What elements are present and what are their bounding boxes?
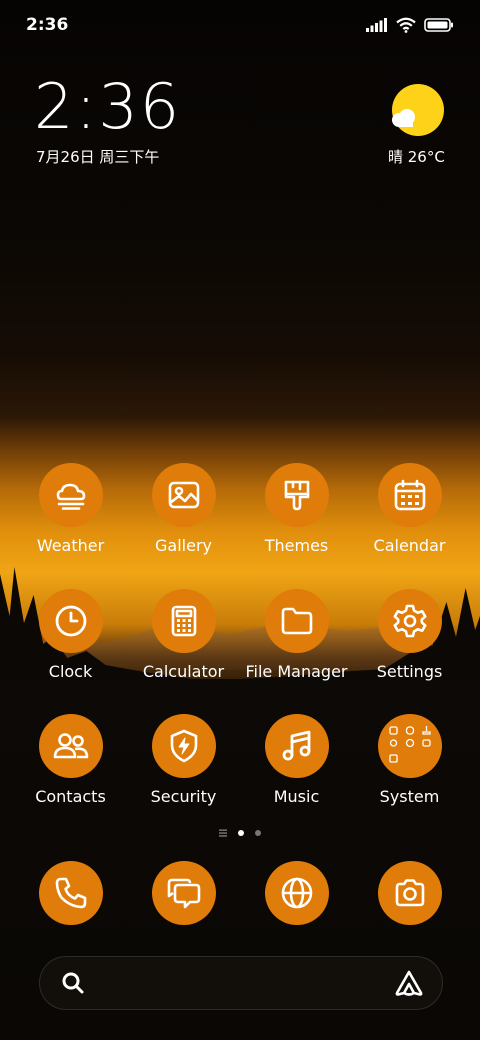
clock-icon bbox=[38, 589, 103, 653]
folder-icon bbox=[264, 589, 329, 653]
app-label: Settings bbox=[376, 662, 443, 681]
app-label: Calculator bbox=[142, 662, 225, 681]
messages-icon bbox=[151, 861, 216, 925]
camera-icon bbox=[377, 861, 442, 925]
app-label: Weather bbox=[36, 536, 105, 555]
dock-messages[interactable] bbox=[127, 861, 240, 925]
menu-lines-icon[interactable] bbox=[219, 829, 227, 837]
browser-icon bbox=[264, 861, 329, 925]
brush-icon bbox=[264, 463, 329, 527]
contacts-icon bbox=[38, 714, 103, 778]
app-contacts[interactable]: Contacts bbox=[14, 714, 127, 806]
app-calculator[interactable]: Calculator bbox=[127, 589, 240, 681]
app-settings[interactable]: Settings bbox=[353, 589, 466, 681]
app-label: System bbox=[379, 787, 440, 806]
calculator-icon bbox=[151, 589, 216, 653]
app-label: File Manager bbox=[245, 662, 348, 681]
app-label: Gallery bbox=[155, 536, 212, 555]
music-icon bbox=[264, 714, 329, 778]
wifi-icon bbox=[396, 17, 416, 33]
calendar-icon bbox=[377, 463, 442, 527]
folder-grid-icon bbox=[377, 714, 442, 778]
app-clock[interactable]: Clock bbox=[14, 589, 127, 681]
app-label: Clock bbox=[48, 662, 93, 681]
app-label: Security bbox=[150, 787, 217, 806]
app-system-folder[interactable]: System bbox=[353, 714, 466, 806]
app-weather[interactable]: Weather bbox=[14, 463, 127, 555]
dock-browser[interactable] bbox=[240, 861, 353, 925]
gear-icon bbox=[377, 589, 442, 653]
weather-icon bbox=[38, 463, 103, 527]
app-themes[interactable]: Themes bbox=[240, 463, 353, 555]
app-label: Themes bbox=[264, 536, 329, 555]
status-icons bbox=[366, 17, 454, 33]
page-indicator[interactable] bbox=[0, 829, 480, 837]
app-calendar[interactable]: Calendar bbox=[353, 463, 466, 555]
clock-widget-time[interactable]: 2:36 bbox=[34, 76, 181, 138]
app-security[interactable]: Security bbox=[127, 714, 240, 806]
search-icon[interactable] bbox=[60, 970, 86, 996]
search-bar[interactable] bbox=[39, 956, 443, 1010]
weather-condition-temp: 晴 26°C bbox=[388, 148, 445, 166]
app-label: Calendar bbox=[373, 536, 446, 555]
app-gallery[interactable]: Gallery bbox=[127, 463, 240, 555]
app-file-manager[interactable]: File Manager bbox=[240, 589, 353, 681]
signal-icon bbox=[366, 18, 387, 32]
phone-icon bbox=[38, 861, 103, 925]
status-bar: 2:36 bbox=[0, 0, 480, 50]
gallery-icon bbox=[151, 463, 216, 527]
battery-icon bbox=[424, 18, 453, 32]
app-music[interactable]: Music bbox=[240, 714, 353, 806]
dock-phone[interactable] bbox=[14, 861, 127, 925]
assistant-icon[interactable] bbox=[394, 969, 424, 997]
clock-widget-date: 7月26日 周三下午 bbox=[36, 148, 160, 166]
page-dot[interactable] bbox=[255, 830, 261, 836]
shield-icon bbox=[151, 714, 216, 778]
cloud-icon bbox=[392, 109, 415, 127]
status-time: 2:36 bbox=[26, 15, 69, 35]
app-label: Music bbox=[273, 787, 320, 806]
page-dot-current[interactable] bbox=[238, 830, 244, 836]
dock-camera[interactable] bbox=[353, 861, 466, 925]
app-label: Contacts bbox=[35, 787, 106, 806]
